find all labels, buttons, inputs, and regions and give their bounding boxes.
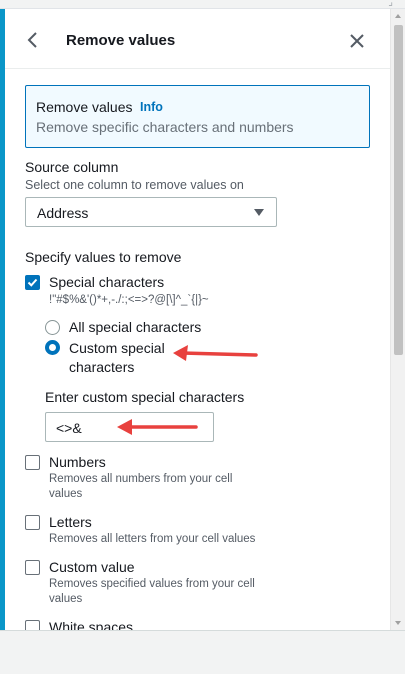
letters-description: Removes all letters from your cell value… xyxy=(49,533,256,545)
source-column-value: Address xyxy=(37,205,89,221)
custom-characters-field-label: Enter custom special characters xyxy=(45,389,245,405)
radio-all-special-characters[interactable] xyxy=(45,320,60,335)
scroll-up-icon[interactable] xyxy=(391,9,405,23)
info-box: Remove values Info Remove specific chara… xyxy=(25,85,370,148)
numbers-label: Numbers xyxy=(49,454,106,470)
all-special-characters-label: All special characters xyxy=(69,319,202,335)
special-characters-list: !"#$%&'()*+,-./:;<=>?@[\]^_`{|}~ xyxy=(49,294,209,306)
custom-value-description: Removes specified values from your cell xyxy=(49,578,255,590)
annotation-arrow-icon xyxy=(173,345,258,361)
letters-label: Letters xyxy=(49,514,92,530)
custom-characters-value: <>& xyxy=(56,420,82,436)
annotation-arrow-icon xyxy=(117,419,198,435)
close-icon xyxy=(347,31,367,51)
custom-value-checkbox[interactable] xyxy=(25,560,40,575)
numbers-description-cont: values xyxy=(49,488,83,500)
letters-checkbox[interactable] xyxy=(25,515,40,530)
source-column-description: Select one column to remove values on xyxy=(25,178,244,192)
values-section-label: Specify values to remove xyxy=(25,249,182,265)
scrollbar-thumb[interactable] xyxy=(394,25,403,355)
caret-down-icon xyxy=(254,209,264,216)
panel-footer xyxy=(0,630,405,674)
chevron-left-icon xyxy=(23,29,43,51)
radio-custom-special-characters[interactable] xyxy=(45,340,60,355)
info-box-title: Remove values xyxy=(36,99,133,115)
panel-header: Remove values xyxy=(5,9,390,69)
panel-scrollbar[interactable] xyxy=(390,9,405,630)
source-column-select[interactable]: Address xyxy=(25,197,277,227)
custom-value-label: Custom value xyxy=(49,559,135,575)
scroll-down-icon[interactable] xyxy=(391,616,405,630)
panel-accent-bar xyxy=(0,9,5,630)
special-characters-label: Special characters xyxy=(49,274,165,290)
edge-mark: ⌟ xyxy=(388,0,393,8)
close-button[interactable] xyxy=(347,31,367,51)
source-column-label: Source column xyxy=(25,159,119,175)
top-strip: ⌟ xyxy=(0,0,405,9)
panel-title: Remove values xyxy=(66,32,176,49)
custom-value-description-cont: values xyxy=(49,593,83,605)
info-box-description: Remove specific characters and numbers xyxy=(36,119,294,135)
custom-special-characters-label-cont: characters xyxy=(69,359,135,375)
numbers-description: Removes all numbers from your cell xyxy=(49,473,233,485)
custom-special-characters-label: Custom special xyxy=(69,340,165,356)
special-characters-checkbox[interactable] xyxy=(25,275,40,290)
back-button[interactable] xyxy=(23,29,43,51)
info-link[interactable]: Info xyxy=(140,100,163,114)
numbers-checkbox[interactable] xyxy=(25,455,40,470)
